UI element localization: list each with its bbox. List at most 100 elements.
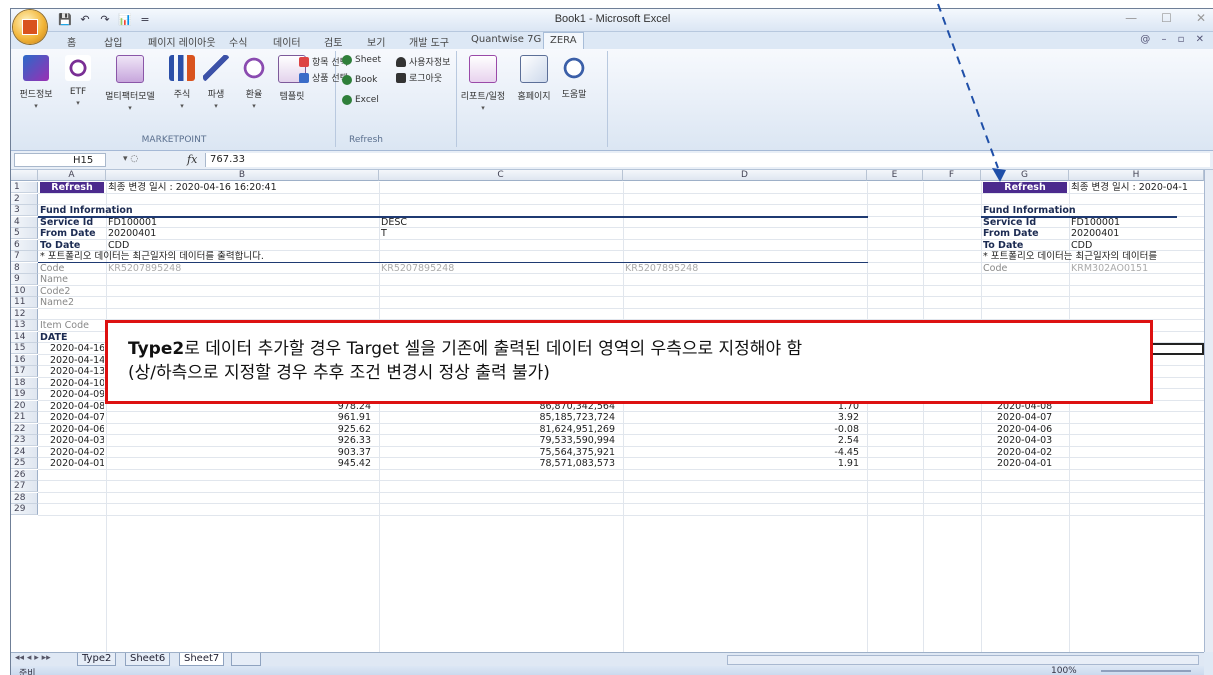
row-header[interactable]: 4 (11, 216, 38, 228)
row-header[interactable]: 11 (11, 297, 38, 308)
to-date-label-right: To Date (983, 239, 1024, 251)
etf-button[interactable]: ETF ▾ (57, 55, 99, 107)
formula-input[interactable]: 767.33 (205, 153, 1210, 167)
row-header[interactable]: 2 (11, 193, 38, 205)
tab-insert[interactable]: 삽입 (104, 34, 122, 49)
fund-information-label-right: Fund Information (983, 205, 1076, 216)
table-cell-date: 2020-04-16 (50, 343, 104, 354)
name-box[interactable]: H15 (14, 153, 106, 167)
worksheet-grid[interactable]: A B C D E F G H 1 2 3 4 5 6 7 8 9 10 11 12 13 14 15 16 17 18 19 20 2… (11, 170, 1204, 652)
homepage-button[interactable]: 홈페이지 (513, 55, 555, 102)
window-controls: — ☐ ✕ (1125, 11, 1206, 25)
row-header[interactable]: 5 (11, 228, 38, 239)
name-box-dropdown-icon[interactable]: ▾ ◌ (123, 154, 138, 164)
to-date-value: CDD (108, 239, 130, 251)
row-header[interactable]: 13 (11, 320, 38, 331)
row-header[interactable]: 18 (11, 377, 38, 389)
multifactor-button[interactable]: 멀티팩터모델 ▾ (103, 55, 157, 112)
refresh-button[interactable]: Refresh (40, 182, 104, 193)
tab-view[interactable]: 보기 (367, 34, 385, 49)
tab-review[interactable]: 검토 (324, 34, 342, 49)
row-header[interactable]: 17 (11, 366, 38, 377)
column-header-b[interactable]: B (106, 170, 379, 181)
tab-home[interactable]: 홈 (67, 34, 76, 49)
gridline (38, 514, 1204, 516)
table-cell-amount: 78,571,083,573 (539, 458, 615, 469)
select-all-corner[interactable] (11, 170, 38, 181)
horizontal-scrollbar[interactable] (727, 655, 1199, 665)
row-header[interactable]: 27 (11, 481, 38, 492)
row-header[interactable]: 14 (11, 331, 38, 343)
tab-data[interactable]: 데이터 (273, 34, 301, 49)
help-button[interactable]: 도움말 (553, 55, 595, 100)
row-header[interactable]: 7 (11, 251, 38, 262)
tab-developer[interactable]: 개발 도구 (409, 34, 449, 49)
etf-icon (65, 55, 91, 81)
column-header-h[interactable]: H (1069, 170, 1204, 181)
table-cell-price: 945.42 (337, 458, 371, 469)
refresh-book-icon (342, 75, 352, 85)
derivative-button[interactable]: 파생 ▾ (195, 55, 237, 110)
row-header[interactable]: 24 (11, 446, 38, 458)
excel-window: 💾 ↶ ↷ 📊 = Book1 - Microsoft Excel — ☐ ✕ … (10, 8, 1213, 675)
close-icon[interactable]: ✕ (1196, 11, 1206, 25)
tab-page-layout[interactable]: 페이지 레이아웃 (148, 34, 216, 49)
ribbon-tabs: 홈 삽입 페이지 레이아웃 수식 데이터 검토 보기 개발 도구 Quantwi… (11, 32, 1213, 50)
sheet-nav-icon[interactable]: ◂◂ ◂ ▸ ▸▸ (15, 653, 51, 663)
row-header[interactable]: 21 (11, 412, 38, 423)
row-header[interactable]: 10 (11, 285, 38, 297)
callout-line1: 로 데이터 추가할 경우 Target 셀을 기존에 출력된 데이터 영역의 우… (184, 339, 803, 359)
row-header[interactable]: 16 (11, 354, 38, 366)
insert-function-icon[interactable]: fx (187, 153, 197, 166)
row-header[interactable]: 23 (11, 435, 38, 446)
row-header[interactable]: 3 (11, 205, 38, 216)
zoom-slider[interactable] (1101, 670, 1191, 672)
fund-info-button[interactable]: 펀드정보 ▾ (15, 55, 57, 110)
title-bar: 💾 ↶ ↷ 📊 = Book1 - Microsoft Excel — ☐ ✕ (11, 9, 1213, 44)
row-header[interactable]: 8 (11, 262, 38, 274)
table-cell-amount: 79,533,590,994 (539, 435, 615, 446)
row-header[interactable]: 22 (11, 423, 38, 435)
table-cell-date: 2020-04-09 (50, 389, 104, 400)
sheet-tab-type2[interactable]: Type2 (77, 653, 117, 666)
logout-button[interactable]: 로그아웃 (396, 71, 442, 84)
row-header[interactable]: 19 (11, 389, 38, 400)
column-header-e[interactable]: E (867, 170, 923, 181)
help-controls[interactable]: @ – ▫ ✕ (1140, 34, 1208, 45)
refresh-excel-button[interactable]: Excel (342, 95, 379, 105)
fx-rate-button[interactable]: 환율 ▾ (233, 55, 275, 110)
column-header-c[interactable]: C (379, 170, 623, 181)
new-sheet-icon[interactable] (231, 653, 261, 666)
row-header[interactable]: 25 (11, 458, 38, 469)
sheet-tab-sheet6[interactable]: Sheet6 (125, 653, 171, 666)
row-header[interactable]: 28 (11, 492, 38, 504)
minimize-icon[interactable]: — (1125, 11, 1137, 25)
ribbon-group-marketpoint: 펀드정보 ▾ ETF ▾ 멀티팩터모델 ▾ 주식 ▾ 파생 ▾ 환율 ▾ 템플릿 항목 선택… (13, 51, 348, 147)
table-cell-date-right: 2020-04-06 (997, 423, 1053, 435)
row-header[interactable]: 12 (11, 308, 38, 320)
row-header[interactable]: 15 (11, 343, 38, 354)
row-header[interactable]: 6 (11, 239, 38, 251)
row-header[interactable]: 20 (11, 400, 38, 412)
column-header-a[interactable]: A (38, 170, 106, 181)
report-schedule-button[interactable]: 리포트/일정 ▾ (457, 55, 509, 112)
vertical-scrollbar[interactable] (1204, 170, 1213, 652)
refresh-sheet-button[interactable]: Sheet (342, 55, 381, 65)
sheet-tab-sheet7[interactable]: Sheet7 (179, 653, 225, 666)
row-header[interactable]: 26 (11, 469, 38, 481)
office-button[interactable] (13, 10, 47, 44)
row-header[interactable]: 9 (11, 274, 38, 285)
date-header: DATE (40, 331, 68, 343)
column-header-d[interactable]: D (623, 170, 867, 181)
user-info-button[interactable]: 사용자정보 (396, 55, 450, 68)
row-header[interactable]: 1 (11, 182, 38, 193)
restore-icon[interactable]: ☐ (1161, 11, 1172, 25)
from-date-value-right: 20200401 (1071, 228, 1120, 239)
tab-formulas[interactable]: 수식 (229, 34, 247, 49)
select-item-icon (299, 56, 309, 67)
annotation-arrow (937, 3, 1006, 182)
row-header[interactable]: 29 (11, 504, 38, 515)
refresh-book-button[interactable]: Book (342, 75, 377, 85)
tab-quantwise[interactable]: Quantwise 7G (471, 34, 541, 45)
tab-zera[interactable]: ZERA (543, 32, 584, 50)
